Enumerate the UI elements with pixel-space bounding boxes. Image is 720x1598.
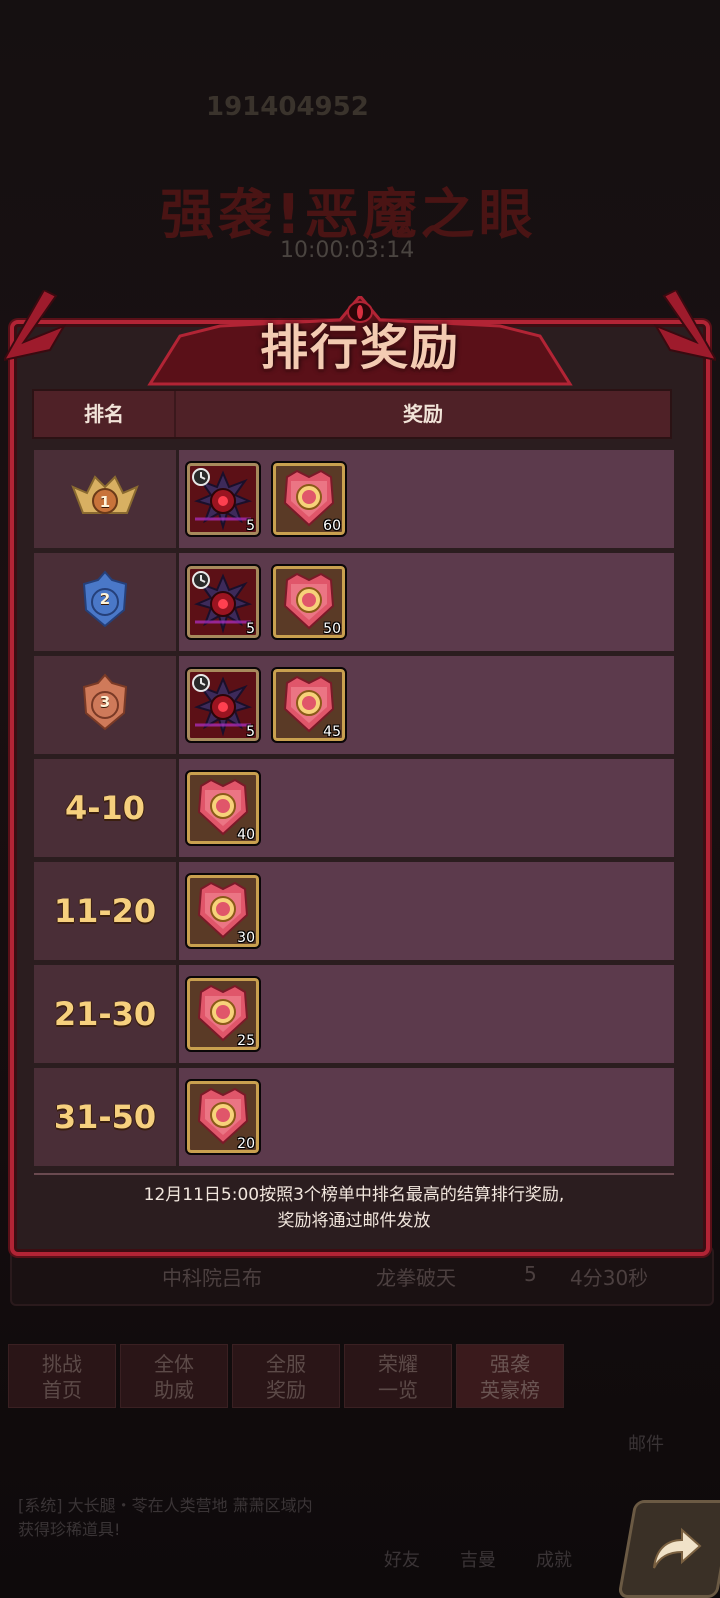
rank-blue-badge-icon: 2 [80,570,130,634]
event-timer: 10:00:03:14 [280,238,415,263]
item-count: 45 [323,724,341,740]
header-rank: 排名 [34,391,176,437]
tab-cheer[interactable]: 全体 助威 [120,1344,228,1408]
crystal-shield-item[interactable]: 45 [271,667,347,743]
reward-cell: 40 [179,759,674,857]
rank-number: 3 [99,693,111,711]
header-reward: 奖励 [403,402,443,426]
demon-eye-item[interactable]: 5 [185,564,261,640]
chat-message: [系统] 大长腿・苓在人类营地 萧萧区域内获得珍稀道具! [18,1496,313,1539]
nav-jiman[interactable]: 吉曼 [460,1546,496,1572]
reward-row: 31-50 20 [34,1068,674,1166]
rank-number: 1 [99,493,111,511]
clock-icon [192,468,210,486]
item-count: 50 [323,621,341,637]
reward-row: 4-10 40 [34,759,674,857]
settlement-note: 12月11日5:00按照3个榜单中排名最高的结算排行奖励, 奖励将通过邮件发放 [34,1182,674,1234]
crystal-shield-item[interactable]: 40 [185,770,261,846]
divider [34,1173,674,1175]
reward-row: 11-20 30 [34,862,674,960]
tab-hero-rank[interactable]: 强袭 英豪榜 [456,1344,564,1408]
note-line-1: 12月11日5:00按照3个榜单中排名最高的结算排行奖励, [143,1185,565,1205]
rank-cell: 31-50 [34,1068,176,1166]
rank-range: 4-10 [64,789,146,827]
reward-row: 1 5 60 [34,450,674,548]
rank-cell: 3 [34,656,176,754]
bottom-nav: 好友 吉曼 成就 [384,1546,572,1572]
rank-cell: 11-20 [34,862,176,960]
rank-bronze-badge-icon: 3 [80,673,130,737]
crystal-shield-item[interactable]: 20 [185,1079,261,1155]
rank-cell: 4-10 [34,759,176,857]
reward-cell: 25 [179,965,674,1063]
item-count: 5 [246,621,255,637]
clock-icon [192,571,210,589]
reward-cell: 20 [179,1068,674,1166]
rank-cell: 21-30 [34,965,176,1063]
rank-reward-dialog: 排行奖励 排名 奖励 1 5 60 2 5 50 3 5 45 4-10 40 11-20 30 21-3… [4,290,716,1270]
crystal-shield-item[interactable]: 50 [271,564,347,640]
rank-range: 31-50 [53,1098,157,1136]
nav-friends[interactable]: 好友 [384,1546,420,1572]
bottom-tabs: 挑战 首页 全体 助威 全服 奖励 荣耀 一览 强袭 英豪榜 [8,1344,564,1408]
note-line-2: 奖励将通过邮件发放 [277,1211,431,1231]
player-id: 191404952 [206,92,369,122]
reward-row: 2 5 50 [34,553,674,651]
crystal-shield-item[interactable]: 25 [185,976,261,1052]
reward-cell: 30 [179,862,674,960]
demon-eye-item[interactable]: 5 [185,667,261,743]
nav-achievements[interactable]: 成就 [536,1546,572,1572]
share-arrow-icon [653,1527,702,1569]
dialog-title: 排行奖励 [259,320,460,376]
reward-table: 1 5 60 2 5 50 3 5 45 4-10 40 11-20 30 21-30 25 31-50 20 [34,450,674,1171]
item-count: 20 [237,1136,255,1152]
crystal-shield-item[interactable]: 30 [185,873,261,949]
tab-server-rewards[interactable]: 全服 奖励 [232,1344,340,1408]
tab-glory[interactable]: 荣耀 一览 [344,1344,452,1408]
demon-eye-item[interactable]: 5 [185,461,261,537]
reward-cell: 5 50 [179,553,674,651]
crystal-shield-item[interactable]: 60 [271,461,347,537]
reward-cell: 5 60 [179,450,674,548]
rank-range: 21-30 [53,995,157,1033]
mail-button[interactable]: 邮件 [628,1430,664,1456]
mail-label: 邮件 [628,1434,664,1455]
item-count: 5 [246,518,255,534]
rank-cell: 1 [34,450,176,548]
item-count: 40 [237,827,255,843]
reward-cell: 5 45 [179,656,674,754]
reward-row: 3 5 45 [34,656,674,754]
clock-icon [192,674,210,692]
item-count: 60 [323,518,341,534]
tab-challenge-home[interactable]: 挑战 首页 [8,1344,116,1408]
rank-range: 11-20 [53,892,157,930]
item-count: 30 [237,930,255,946]
item-count: 25 [237,1033,255,1049]
rank-cell: 2 [34,553,176,651]
item-count: 5 [246,724,255,740]
share-button[interactable] [617,1500,720,1598]
reward-row: 21-30 25 [34,965,674,1063]
rank-number: 2 [99,590,111,608]
rank-gold-badge-icon: 1 [69,469,141,529]
table-header: 排名 奖励 [32,389,672,439]
